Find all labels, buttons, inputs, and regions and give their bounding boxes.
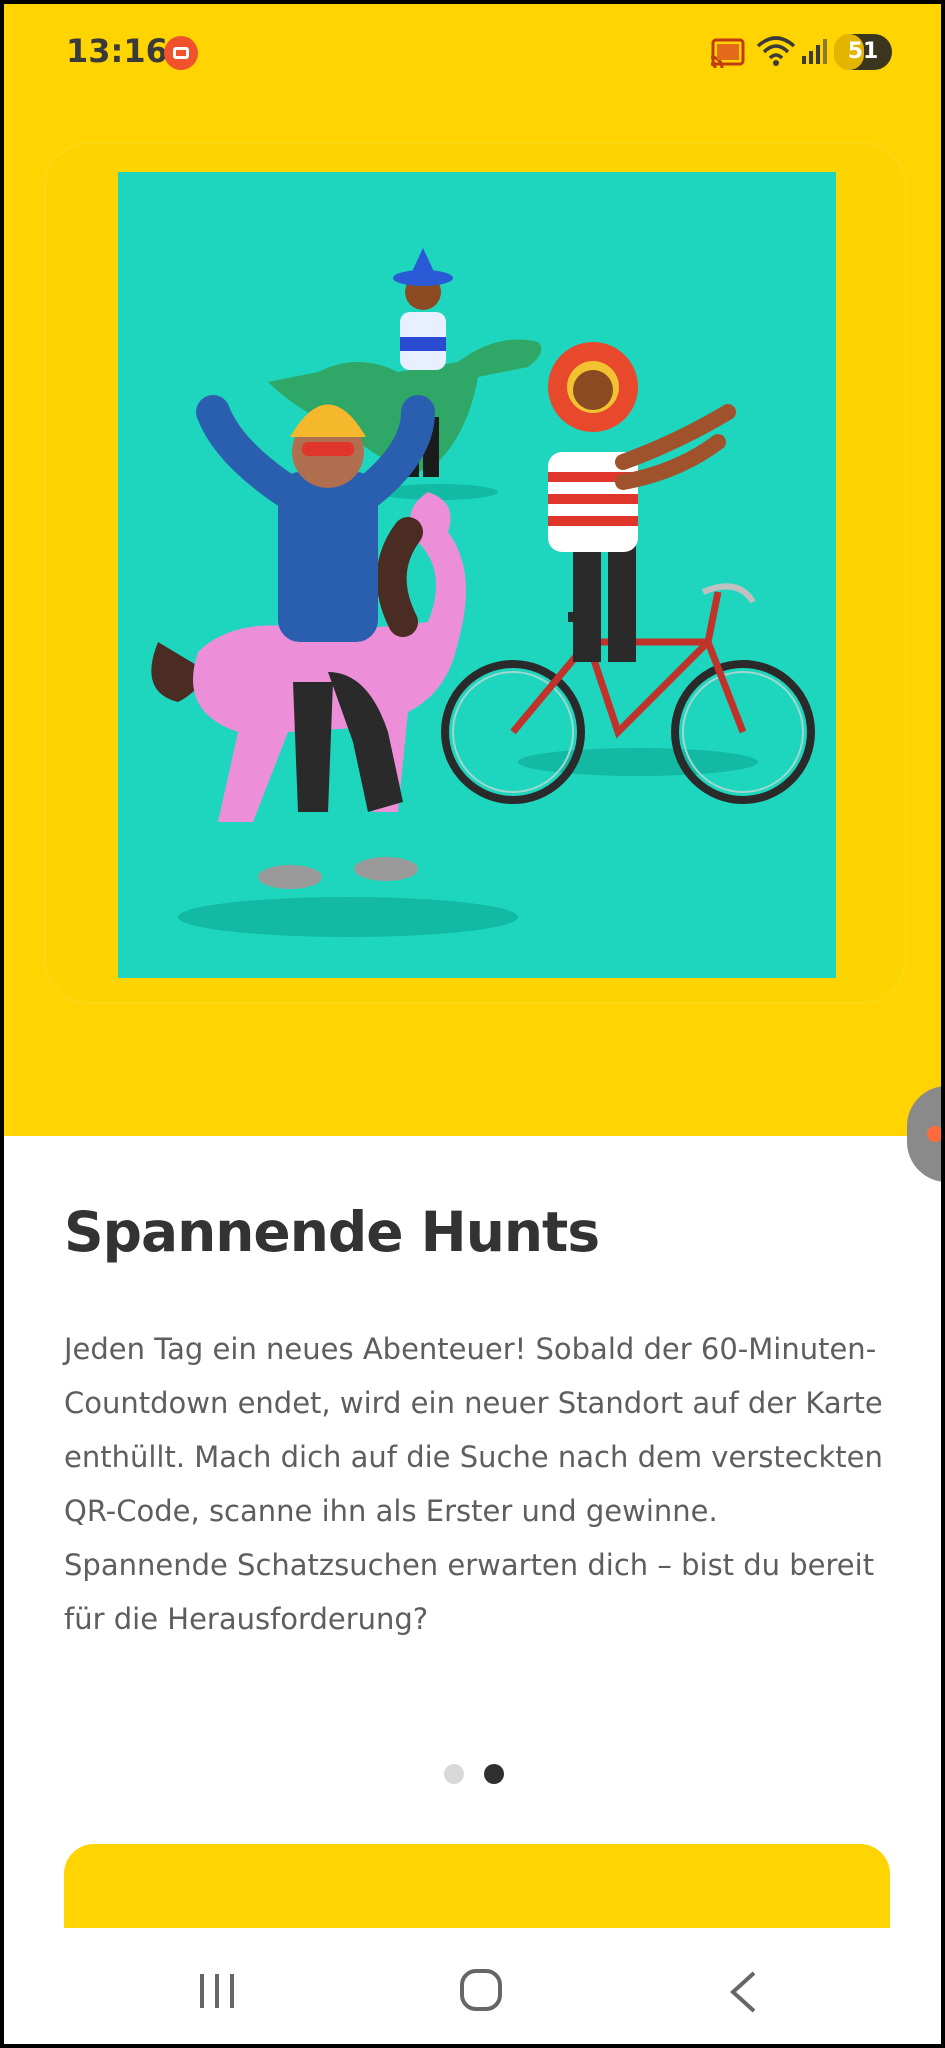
system-navigation-bar (4, 1928, 941, 2044)
screen-record-icon (164, 36, 198, 70)
battery-level-text: 51 (847, 39, 879, 64)
onboarding-description: Jeden Tag ein neues Abenteuer! Sobald de… (64, 1332, 883, 1636)
signal-icon (800, 38, 828, 70)
page-dot-2-active[interactable] (484, 1764, 504, 1784)
cast-icon (709, 38, 745, 72)
wifi-icon (756, 34, 796, 72)
home-icon[interactable] (459, 1968, 503, 2016)
page-dot-1[interactable] (444, 1764, 464, 1784)
battery-icon: 51 (834, 34, 892, 70)
horse-rider-figure (151, 395, 466, 889)
hero-section: 13:16 51 (4, 4, 941, 1136)
app-screen: 13:16 51 Spannende Hunts Jeden Tag ein n… (4, 4, 941, 2044)
handle-dot-icon (927, 1126, 941, 1142)
page-title: Spannende Hunts (64, 1200, 600, 1264)
status-time: 13:16 (66, 32, 168, 70)
status-bar: 13:16 51 (4, 4, 941, 104)
cyclist-figure (441, 342, 815, 804)
back-icon[interactable] (728, 1970, 758, 2018)
onboarding-illustration (118, 172, 836, 978)
page-indicator (444, 1764, 524, 1784)
recent-apps-icon[interactable] (196, 1972, 238, 2014)
